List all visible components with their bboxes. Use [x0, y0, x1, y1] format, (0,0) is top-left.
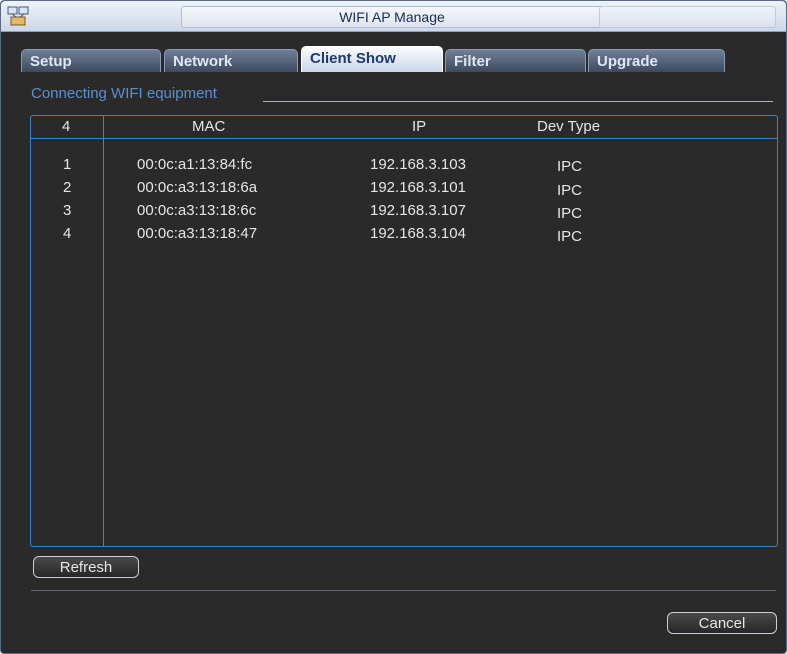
network-devices-icon — [7, 6, 29, 26]
column-header-mac: MAC — [192, 118, 226, 135]
wifi-ap-manage-window: WIFI AP Manage Setup Network Client Show… — [0, 0, 787, 654]
tab-network[interactable]: Network — [164, 49, 298, 72]
window-title: WIFI AP Manage — [181, 6, 603, 28]
row-ip: 192.168.3.101 — [370, 179, 466, 196]
tab-client-show[interactable]: Client Show — [301, 46, 443, 72]
column-header-dev-type: Dev Type — [537, 118, 601, 135]
row-number: 4 — [63, 225, 72, 242]
row-number: 3 — [63, 202, 72, 219]
row-dev-type: IPC — [557, 205, 583, 222]
section-divider — [263, 101, 773, 102]
title-bar: WIFI AP Manage — [1, 1, 786, 32]
tab-setup[interactable]: Setup — [21, 49, 161, 72]
row-mac: 00:0c:a1:13:84:fc — [137, 156, 253, 173]
column-header-count: 4 — [62, 118, 71, 135]
table-header: 4 MAC IP Dev Type — [31, 116, 777, 139]
row-mac: 00:0c:a3:13:18:6a — [137, 179, 258, 196]
tab-upgrade[interactable]: Upgrade — [588, 49, 725, 72]
row-mac: 00:0c:a3:13:18:6c — [137, 202, 257, 219]
row-ip: 192.168.3.104 — [370, 225, 466, 242]
section-title: Connecting WIFI equipment — [31, 85, 217, 102]
row-number: 2 — [63, 179, 72, 196]
table-row[interactable]: 2 00:0c:a3:13:18:6a 192.168.3.101 IPC — [31, 179, 777, 199]
row-number: 1 — [63, 156, 72, 173]
refresh-button[interactable]: Refresh — [33, 556, 139, 578]
row-dev-type: IPC — [557, 228, 583, 245]
tab-filter[interactable]: Filter — [445, 49, 586, 72]
cancel-button[interactable]: Cancel — [667, 612, 777, 634]
row-ip: 192.168.3.103 — [370, 156, 466, 173]
title-bar-segment — [599, 6, 776, 28]
row-dev-type: IPC — [557, 182, 583, 199]
table-row[interactable]: 1 00:0c:a1:13:84:fc 192.168.3.103 IPC — [31, 156, 777, 176]
row-ip: 192.168.3.107 — [370, 202, 466, 219]
table-row[interactable]: 4 00:0c:a3:13:18:47 192.168.3.104 IPC — [31, 225, 777, 245]
column-header-ip: IP — [412, 118, 427, 135]
footer-divider — [31, 590, 776, 591]
row-dev-type: IPC — [557, 158, 583, 175]
row-mac: 00:0c:a3:13:18:47 — [137, 225, 258, 242]
table-row[interactable]: 3 00:0c:a3:13:18:6c 192.168.3.107 IPC — [31, 202, 777, 222]
client-table: 4 MAC IP Dev Type 1 00:0c:a1:13:84:fc 19… — [30, 115, 778, 547]
